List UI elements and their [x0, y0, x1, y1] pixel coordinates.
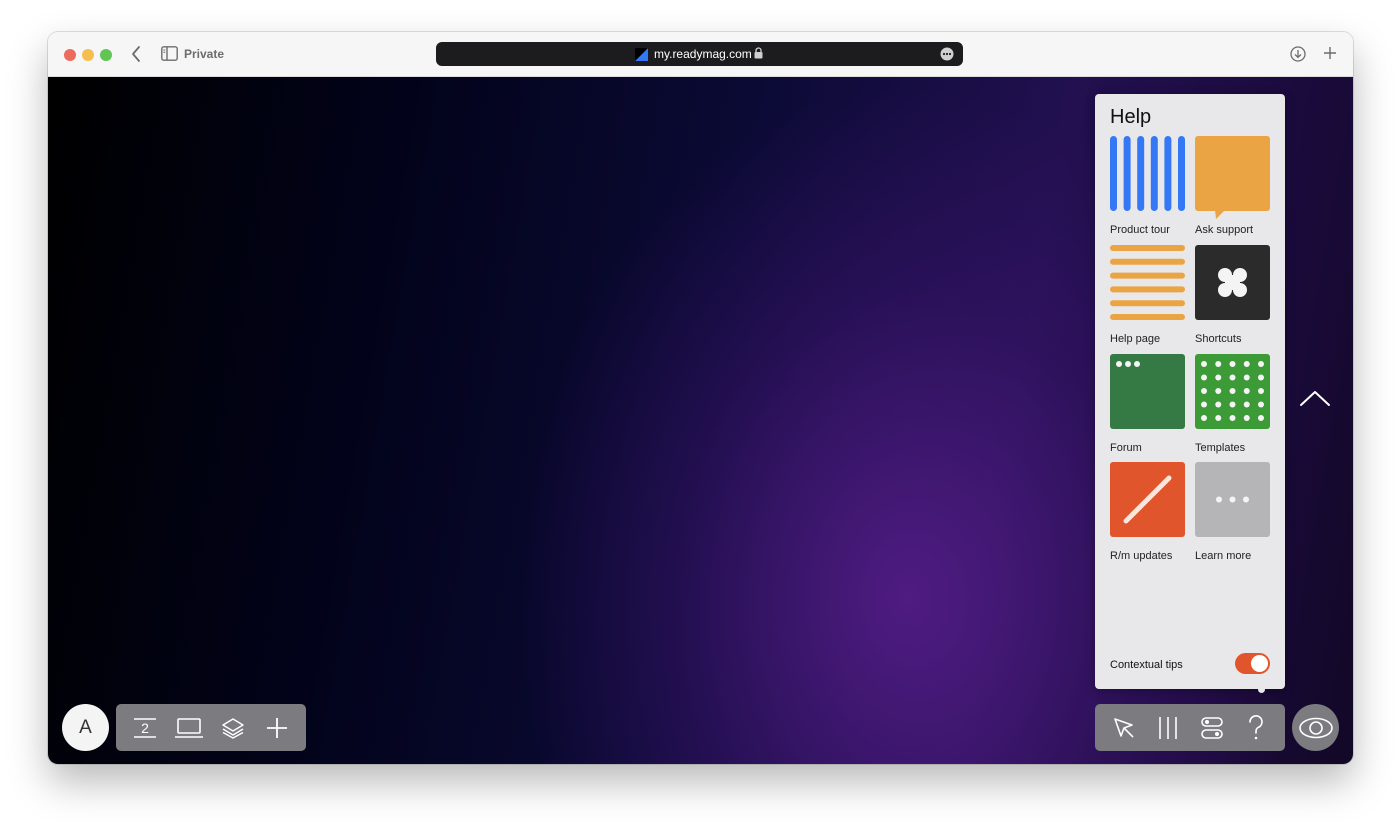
toggles-icon [1201, 716, 1223, 739]
chevron-up-icon[interactable] [1298, 387, 1332, 409]
tile-label: Ask support [1195, 224, 1254, 236]
preview-button[interactable] [1292, 704, 1339, 751]
layers-button[interactable] [214, 709, 252, 747]
help-title: Help [1110, 106, 1152, 128]
help-tile-forum[interactable]: Forum [1110, 354, 1185, 454]
help-tile-shortcuts[interactable]: Shortcuts [1195, 245, 1270, 345]
columns-icon [1159, 716, 1177, 739]
grid-dot [1201, 361, 1207, 367]
browser-titlebar: Private my.readymag.com [48, 32, 1353, 77]
ellipsis-icon [1195, 462, 1270, 537]
grid-dot [1201, 388, 1207, 394]
new-tab-plus-icon[interactable] [1323, 46, 1337, 60]
more-options-icon[interactable] [940, 47, 954, 61]
grid-dot [1229, 361, 1236, 367]
close-window-button[interactable] [64, 49, 76, 61]
grid-dot [1215, 415, 1222, 421]
command-key-icon [1195, 245, 1270, 320]
help-tile-learn-more[interactable]: Learn more [1195, 462, 1270, 562]
tile-label: Templates [1195, 442, 1246, 454]
grid-dot [1243, 415, 1250, 421]
contextual-tips-label: Contextual tips [1110, 659, 1183, 671]
zoom-window-button[interactable] [100, 49, 112, 61]
page-number-icon: 2 [134, 717, 156, 738]
eye-icon [1298, 717, 1333, 738]
address-bar[interactable]: my.readymag.com [436, 42, 963, 66]
grid-dot [1258, 361, 1264, 367]
user-avatar-button[interactable]: A [62, 704, 109, 751]
toggle-knob [1251, 655, 1268, 672]
back-arrow-icon[interactable] [128, 44, 146, 64]
cursor-arrow-icon [1114, 717, 1134, 738]
grid-dot [1243, 401, 1250, 408]
slash-icon [1110, 462, 1185, 537]
select-tool-button[interactable] [1105, 709, 1143, 747]
grid-dot [1258, 374, 1264, 381]
speech-bubble-icon [1195, 136, 1270, 219]
grid-dot [1215, 388, 1222, 394]
grid-dot [1215, 374, 1222, 381]
question-mark-icon [1249, 714, 1263, 739]
tile-label: Shortcuts [1195, 333, 1242, 345]
product-tour-icon [1110, 136, 1185, 211]
document-lines-icon [1110, 245, 1185, 320]
help-button[interactable] [1237, 709, 1275, 747]
help-tile-ask-support[interactable]: Ask support [1195, 136, 1270, 236]
private-mode-label: Private [184, 47, 225, 61]
left-toolbar: 2 [116, 704, 306, 751]
grid-dot [1243, 374, 1250, 381]
sidebar-toggle-icon[interactable] [161, 46, 178, 61]
grid-dot [1229, 415, 1236, 421]
tile-label: Help page [1110, 333, 1161, 345]
dot-grid-icon [1195, 354, 1270, 429]
help-panel-pointer [1258, 686, 1265, 693]
lock-icon [754, 47, 763, 59]
contextual-tips-toggle[interactable] [1235, 653, 1270, 674]
grid-dot [1229, 374, 1236, 381]
pages-button[interactable]: 2 [126, 709, 164, 747]
tile-label: Product tour [1110, 224, 1170, 236]
url-text: my.readymag.com [654, 47, 752, 61]
help-tile-product-tour[interactable]: Product tour [1110, 136, 1185, 236]
avatar-letter: A [79, 716, 92, 738]
grid-dot [1243, 361, 1250, 367]
tile-label: R/m updates [1110, 550, 1173, 562]
download-icon[interactable] [1290, 46, 1306, 62]
grid-dot [1258, 388, 1264, 394]
help-tile-templates[interactable]: Templates [1195, 354, 1270, 454]
pages-number: 2 [141, 720, 149, 736]
readymag-favicon-icon [635, 48, 648, 61]
help-panel: Help Product tour Ask support Help page … [1095, 94, 1285, 689]
editor-canvas[interactable]: Help Product tour Ask support Help page … [48, 77, 1353, 764]
grid-dot [1229, 401, 1236, 408]
grid-dot [1201, 415, 1207, 421]
grid-dot [1243, 388, 1250, 394]
grid-dot [1215, 401, 1222, 408]
right-toolbar [1095, 704, 1285, 751]
plus-icon [267, 717, 287, 738]
grid-dot [1258, 415, 1264, 421]
grid-dot [1215, 361, 1222, 367]
viewport-button[interactable] [170, 709, 208, 747]
grid-dot [1201, 374, 1207, 381]
minimize-window-button[interactable] [82, 49, 94, 61]
tile-label: Learn more [1195, 550, 1252, 562]
laptop-icon [175, 717, 203, 738]
grid-dot [1201, 401, 1207, 408]
settings-button[interactable] [1193, 709, 1231, 747]
grid-button[interactable] [1149, 709, 1187, 747]
grid-dot [1258, 401, 1264, 408]
help-tile-help-page[interactable]: Help page [1110, 245, 1185, 345]
grid-dot [1229, 388, 1236, 394]
tile-label: Forum [1110, 442, 1142, 454]
add-widget-button[interactable] [258, 709, 296, 747]
layers-icon [222, 717, 244, 739]
browser-window: Private my.readymag.com Help Product tou… [48, 32, 1353, 764]
forum-window-icon [1110, 354, 1185, 429]
help-tile-rm-updates[interactable]: R/m updates [1110, 462, 1185, 562]
